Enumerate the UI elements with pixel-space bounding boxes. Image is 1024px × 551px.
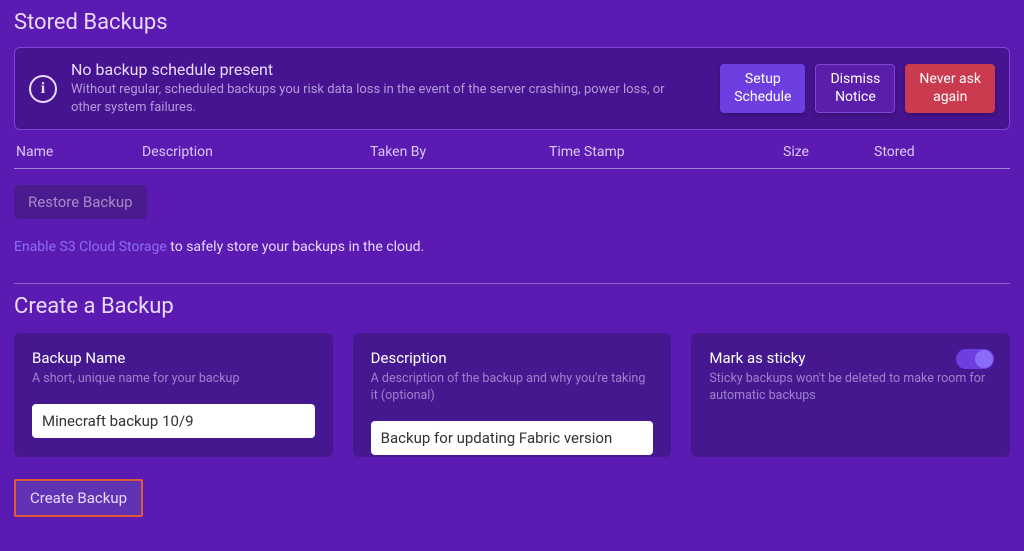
alert-title: No backup schedule present (71, 60, 706, 79)
toggle-knob-icon (975, 350, 993, 368)
sticky-toggle[interactable] (956, 349, 994, 369)
backup-name-sub: A short, unique name for your backup (32, 371, 315, 388)
backup-name-card: Backup Name A short, unique name for you… (14, 333, 333, 457)
column-name: Name (16, 144, 142, 160)
description-input[interactable] (371, 421, 654, 455)
alert-actions: Setup Schedule Dismiss Notice Never ask … (720, 64, 995, 113)
sticky-label: Mark as sticky (709, 349, 992, 367)
column-stored: Stored (874, 144, 1008, 160)
setup-schedule-button[interactable]: Setup Schedule (720, 64, 805, 113)
info-icon: i (29, 75, 57, 103)
description-sub: A description of the backup and why you'… (371, 371, 654, 405)
backups-table-header: Name Description Taken By Time Stamp Siz… (14, 140, 1010, 169)
no-schedule-alert: i No backup schedule present Without reg… (14, 47, 1010, 130)
enable-s3-link[interactable]: Enable S3 Cloud Storage (14, 239, 167, 255)
column-description: Description (142, 144, 370, 160)
dismiss-notice-button[interactable]: Dismiss Notice (815, 64, 895, 113)
sticky-card: Mark as sticky Sticky backups won't be d… (691, 333, 1010, 457)
cloud-storage-line: Enable S3 Cloud Storage to safely store … (14, 239, 1010, 255)
column-taken-by: Taken By (370, 144, 549, 160)
stored-backups-title: Stored Backups (14, 10, 1010, 35)
description-card: Description A description of the backup … (353, 333, 672, 457)
cloud-storage-text: to safely store your backups in the clou… (167, 239, 424, 255)
alert-subtitle: Without regular, scheduled backups you r… (71, 81, 671, 117)
alert-text: No backup schedule present Without regul… (71, 60, 706, 117)
column-size: Size (783, 144, 874, 160)
section-divider (14, 283, 1010, 284)
create-backup-button[interactable]: Create Backup (14, 479, 143, 517)
backup-name-label: Backup Name (32, 349, 315, 367)
create-backup-title: Create a Backup (14, 294, 1010, 319)
backup-name-input[interactable] (32, 404, 315, 438)
column-time-stamp: Time Stamp (549, 144, 783, 160)
restore-backup-button[interactable]: Restore Backup (14, 185, 147, 219)
never-ask-again-button[interactable]: Never ask again (905, 64, 995, 113)
description-label: Description (371, 349, 654, 367)
sticky-sub: Sticky backups won't be deleted to make … (709, 371, 992, 405)
create-backup-row: Backup Name A short, unique name for you… (14, 333, 1010, 457)
